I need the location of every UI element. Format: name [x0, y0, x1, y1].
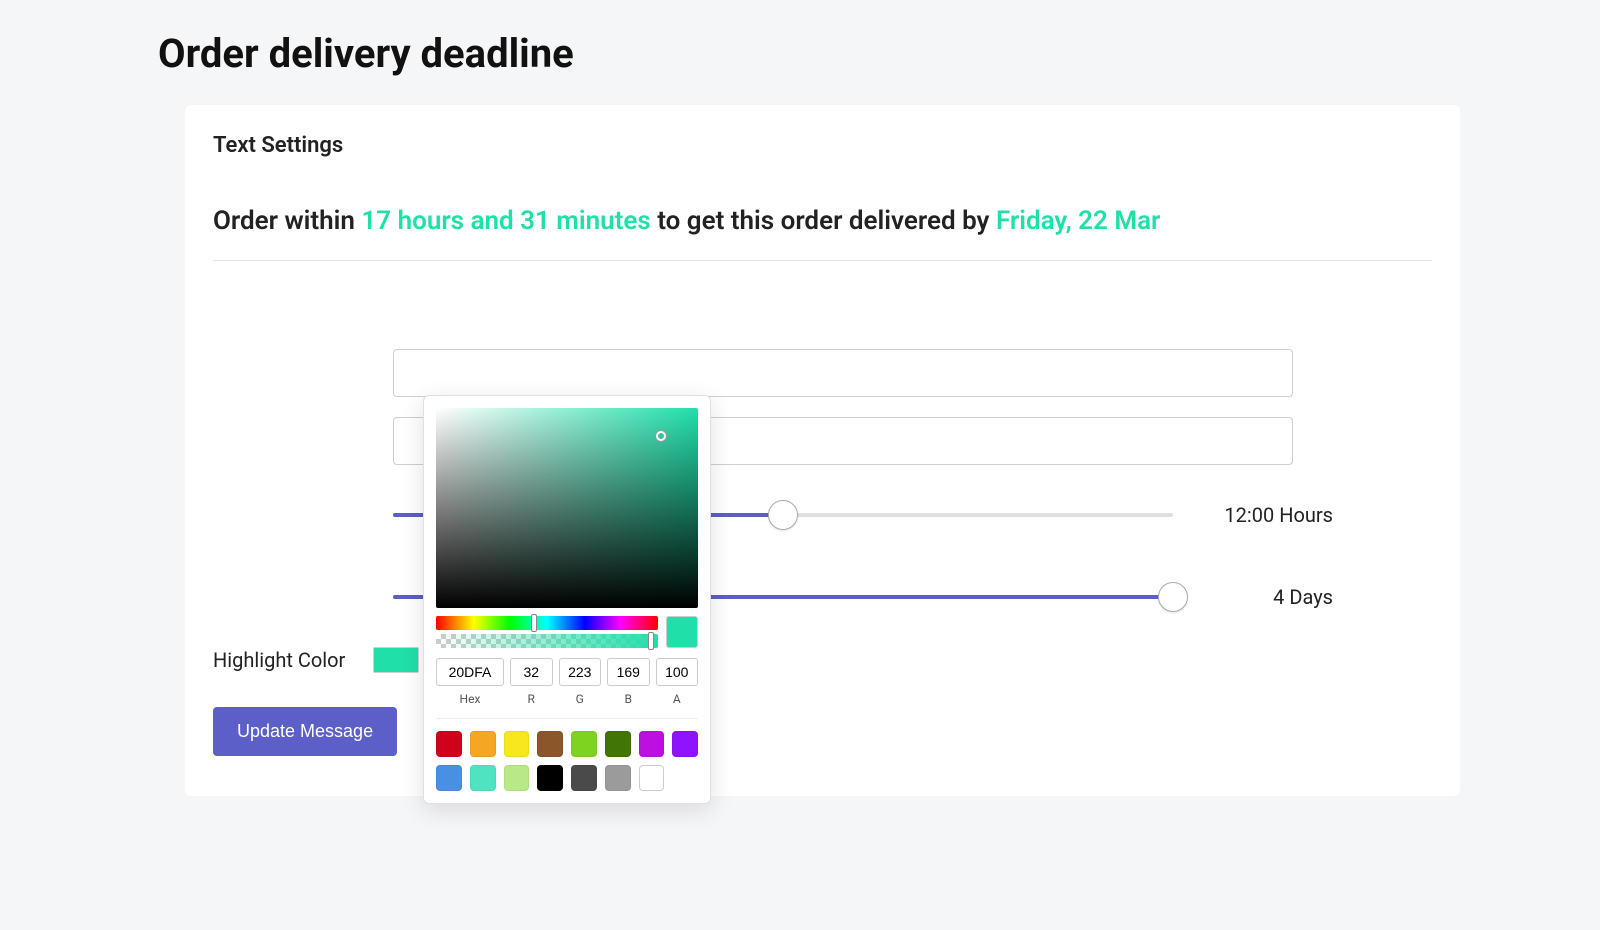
b-input[interactable] [607, 658, 650, 686]
preset-colors [436, 718, 698, 791]
preset-swatch[interactable] [639, 765, 665, 791]
preview-prefix: Order within [213, 206, 361, 236]
a-label: A [656, 692, 699, 706]
update-message-button[interactable]: Update Message [213, 707, 397, 756]
preview-time-highlight: 17 hours and 31 minutes [361, 206, 650, 236]
color-picker-popover: Hex R G B A [423, 395, 711, 804]
alpha-slider[interactable] [436, 634, 658, 648]
alpha-thumb[interactable] [648, 632, 654, 650]
preset-swatch[interactable] [571, 765, 597, 791]
g-label: G [559, 692, 602, 706]
preview-middle: to get this order delivered by [651, 206, 996, 236]
r-input[interactable] [510, 658, 553, 686]
preset-swatch[interactable] [504, 765, 530, 791]
hours-slider-value: 12:00 Hours [1193, 503, 1333, 527]
preset-swatch[interactable] [537, 765, 563, 791]
preset-swatch[interactable] [571, 731, 597, 757]
r-label: R [510, 692, 553, 706]
preset-swatch[interactable] [436, 731, 462, 757]
preset-swatch[interactable] [470, 765, 496, 791]
a-input[interactable] [656, 658, 699, 686]
hue-thumb[interactable] [531, 614, 537, 632]
divider [213, 260, 1432, 261]
preset-swatch[interactable] [504, 731, 530, 757]
hue-slider[interactable] [436, 616, 658, 630]
section-title: Text Settings [213, 133, 1432, 158]
page-title: Order delivery deadline [158, 30, 1600, 77]
delivery-preview-text: Order within 17 hours and 31 minutes to … [213, 206, 1432, 236]
preset-swatch[interactable] [537, 731, 563, 757]
sat-val-cursor[interactable] [656, 431, 666, 441]
hours-slider-thumb[interactable] [768, 500, 798, 530]
hex-input[interactable] [436, 658, 504, 686]
highlight-color-swatch[interactable] [373, 647, 419, 673]
preset-swatch[interactable] [639, 731, 665, 757]
preset-swatch[interactable] [672, 731, 698, 757]
highlight-color-label: Highlight Color [213, 648, 373, 672]
preset-swatch[interactable] [436, 765, 462, 791]
preset-swatch[interactable] [605, 731, 631, 757]
text-field-1[interactable] [393, 349, 1293, 397]
g-input[interactable] [559, 658, 602, 686]
hex-label: Hex [436, 692, 504, 706]
days-slider-thumb[interactable] [1158, 582, 1188, 612]
settings-card: Text Settings Order within 17 hours and … [185, 105, 1460, 796]
b-label: B [607, 692, 650, 706]
color-preview-swatch [666, 616, 698, 648]
preview-date-highlight: Friday, 22 Mar [996, 206, 1160, 236]
preset-swatch[interactable] [470, 731, 496, 757]
saturation-value-area[interactable] [436, 408, 698, 608]
days-slider-value: 4 Days [1193, 585, 1333, 609]
preset-swatch[interactable] [605, 765, 631, 791]
